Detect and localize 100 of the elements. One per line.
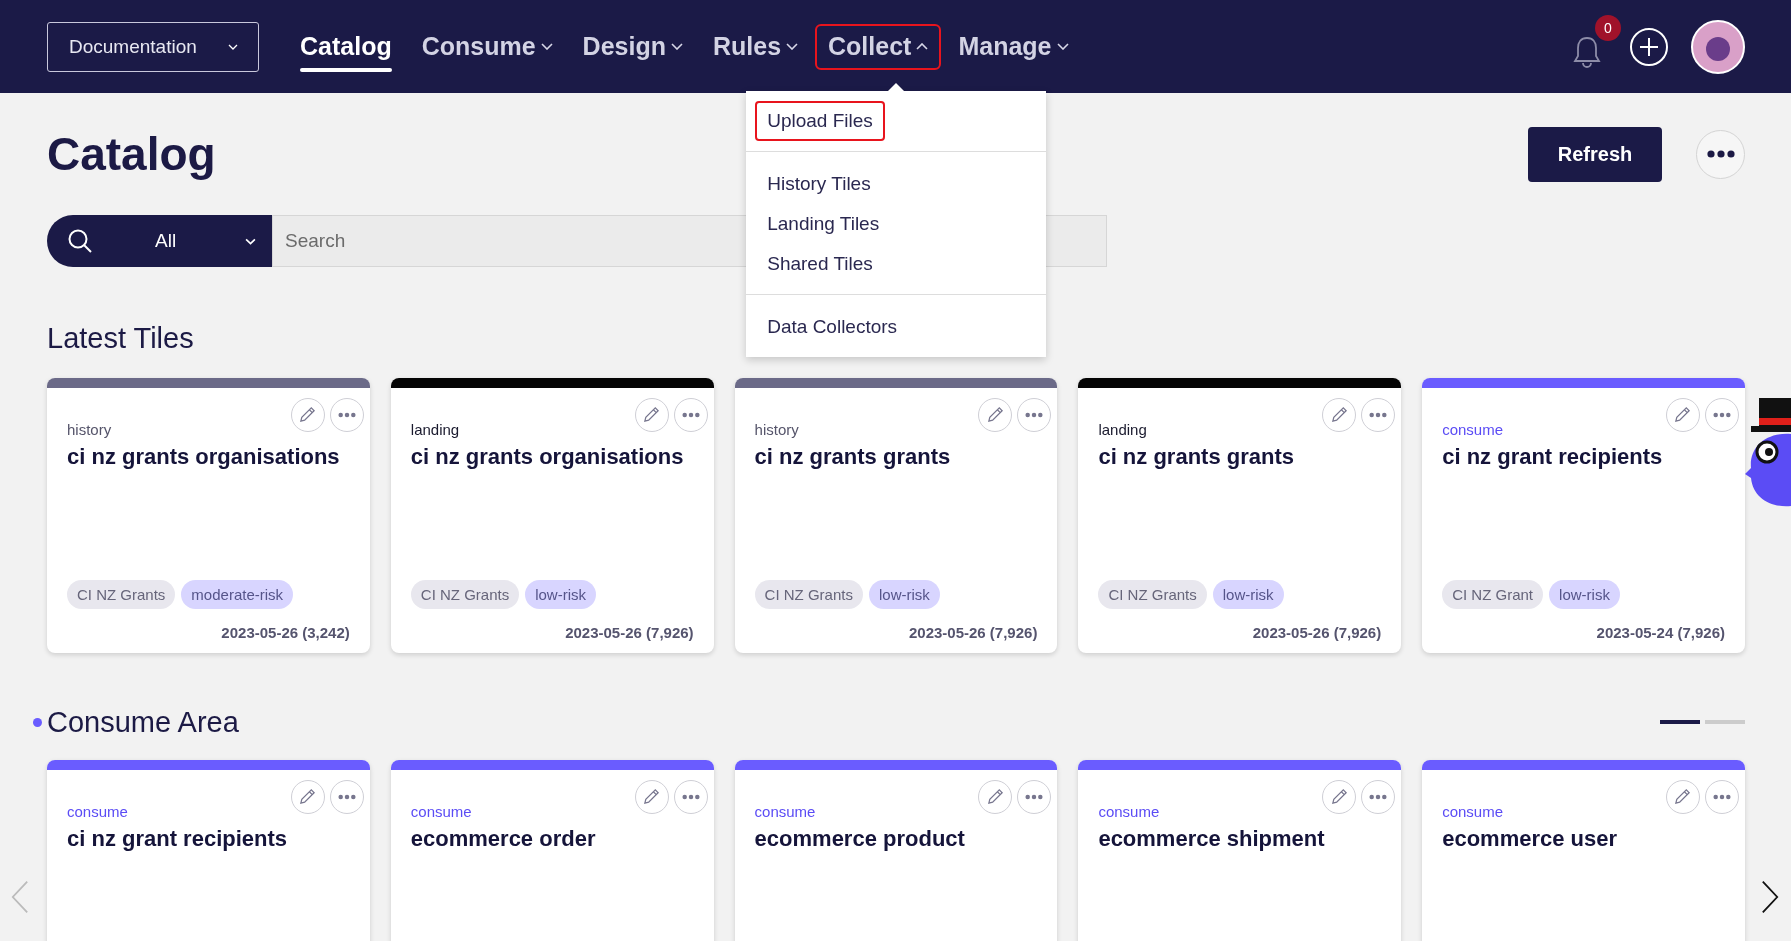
tile-date-count: 2023-05-26 (7,926) (564, 623, 694, 641)
tile-card[interactable]: consume ecommerce user (1422, 759, 1745, 941)
edit-button[interactable] (634, 397, 669, 432)
tile-type-label: landing (1098, 420, 1148, 438)
tile-name: ecommerce user (1442, 825, 1619, 852)
more-icon (337, 793, 356, 800)
page-indicator[interactable] (1660, 720, 1700, 725)
edit-button[interactable] (290, 397, 325, 432)
add-icon[interactable] (1629, 26, 1669, 67)
tile-date-count: 2023-05-26 (7,926) (1251, 623, 1382, 641)
tile-type-label: consume (1442, 420, 1505, 438)
tile-card[interactable]: landing ci nz grants organisations CI NZ Grants low-risk 2023-05-26 (7,926) (390, 377, 714, 653)
menu-item[interactable]: Data Collectors (755, 306, 910, 347)
tag: CI NZ Grant (1442, 579, 1544, 609)
nav-tab[interactable]: Consume (408, 23, 566, 70)
chevron-down-icon (786, 43, 799, 50)
chevron-down-icon (228, 43, 238, 50)
nav-tab[interactable]: Rules (699, 23, 812, 70)
tile-date-count: 2023-05-26 (7,926) (907, 623, 1038, 641)
tile-card[interactable]: consume ci nz grant recipients CI NZ Grant low-risk 2023-05-24 (7,926) (1422, 377, 1745, 653)
tag: CI NZ Grants (410, 579, 520, 609)
tile-card[interactable]: consume ecommerce order (390, 759, 714, 941)
tile-card[interactable]: consume ecommerce shipment (1078, 759, 1402, 941)
tile-card[interactable]: landing ci nz grants grants CI NZ Grants low-risk 2023-05-26 (7,926) (1078, 377, 1402, 653)
notification-count: 0 (1595, 14, 1621, 41)
tile-name: ecommerce shipment (1098, 825, 1326, 852)
more-icon (1713, 793, 1731, 800)
bell-icon (1571, 34, 1603, 69)
edit-button[interactable] (1322, 397, 1357, 432)
nav-tab[interactable]: Collect (815, 23, 942, 70)
tile-name: ecommerce product (754, 825, 966, 852)
more-icon (337, 411, 356, 418)
tile-type-label: consume (67, 802, 129, 820)
tile-name: ecommerce order (410, 825, 597, 852)
tag: moderate-risk (181, 579, 294, 609)
nav-tab[interactable]: Manage (945, 23, 1082, 70)
tile-name: ci nz grants grants (1098, 443, 1295, 470)
chevron-down-icon (540, 43, 553, 50)
chevron-down-icon (245, 237, 256, 245)
tile-type-label: history (67, 420, 113, 438)
user-avatar[interactable] (1691, 19, 1745, 74)
menu-item[interactable]: Upload Files (755, 100, 885, 141)
pencil-icon (1329, 787, 1349, 807)
edit-button[interactable] (978, 779, 1013, 814)
pencil-icon (642, 405, 662, 425)
tile-type-label: landing (410, 420, 461, 438)
more-icon (1025, 793, 1044, 800)
tile-name: ci nz grants organisations (67, 443, 341, 470)
section-title: Consume Area (47, 704, 239, 740)
menu-item[interactable]: History Tiles (755, 163, 883, 204)
pencil-icon (1329, 405, 1349, 425)
tile-card[interactable]: history ci nz grants organisations CI NZ Grants moderate-risk 2023-05-26 (3,242) (47, 377, 370, 653)
more-icon (1706, 150, 1735, 158)
edit-button[interactable] (1666, 779, 1700, 814)
tag: CI NZ Grants (1098, 579, 1207, 609)
tile-type-label: consume (754, 802, 817, 820)
tag: CI NZ Grants (754, 579, 863, 609)
edit-button[interactable] (978, 397, 1013, 432)
tile-date-count: 2023-05-24 (7,926) (1595, 623, 1725, 641)
chevron-up-icon (916, 43, 929, 50)
search-scope-dropdown[interactable]: All (47, 215, 272, 267)
more-icon (681, 793, 700, 800)
section-title: Latest Tiles (47, 321, 194, 356)
pencil-icon (985, 787, 1005, 807)
chevron-down-icon (670, 43, 683, 50)
nav-tab[interactable]: Design (569, 23, 696, 70)
tile-date-count: 2023-05-26 (3,242) (220, 623, 350, 641)
nav-tab[interactable]: Catalog (287, 23, 405, 70)
tag: CI NZ Grants (67, 579, 176, 609)
workspace-dropdown[interactable]: Documentation (47, 21, 259, 72)
tag: low-risk (1212, 579, 1284, 609)
tag: low-risk (525, 579, 596, 609)
pencil-icon (298, 405, 318, 425)
tile-card[interactable]: consume ecommerce product (734, 759, 1058, 941)
tile-type-label: consume (1442, 802, 1505, 820)
pencil-icon (298, 787, 318, 807)
more-icon (1025, 411, 1044, 418)
tag: low-risk (868, 579, 940, 609)
pencil-icon (642, 787, 662, 807)
more-icon (1713, 411, 1731, 418)
edit-button[interactable] (1666, 397, 1700, 432)
edit-button[interactable] (290, 779, 325, 814)
edit-button[interactable] (1322, 779, 1357, 814)
tile-type-label: history (754, 420, 800, 438)
section-marker-dot (33, 718, 42, 728)
tile-name: ci nz grant recipients (1442, 443, 1664, 470)
search-icon (67, 228, 93, 254)
more-icon (1369, 793, 1388, 800)
tile-name: ci nz grants grants (754, 443, 952, 470)
pencil-icon (1673, 787, 1693, 807)
pencil-icon (985, 405, 1005, 425)
page-title: Catalog (47, 127, 216, 181)
refresh-button[interactable]: Refresh (1528, 126, 1662, 182)
pencil-icon (1673, 405, 1693, 425)
edit-button[interactable] (634, 779, 669, 814)
tile-name: ci nz grants organisations (410, 443, 685, 470)
tile-card[interactable]: history ci nz grants grants CI NZ Grants low-risk 2023-05-26 (7,926) (734, 377, 1058, 653)
tile-card[interactable]: consume ci nz grant recipients (47, 759, 370, 941)
more-options-button[interactable] (1696, 129, 1745, 179)
tile-name: ci nz grant recipients (67, 825, 289, 852)
